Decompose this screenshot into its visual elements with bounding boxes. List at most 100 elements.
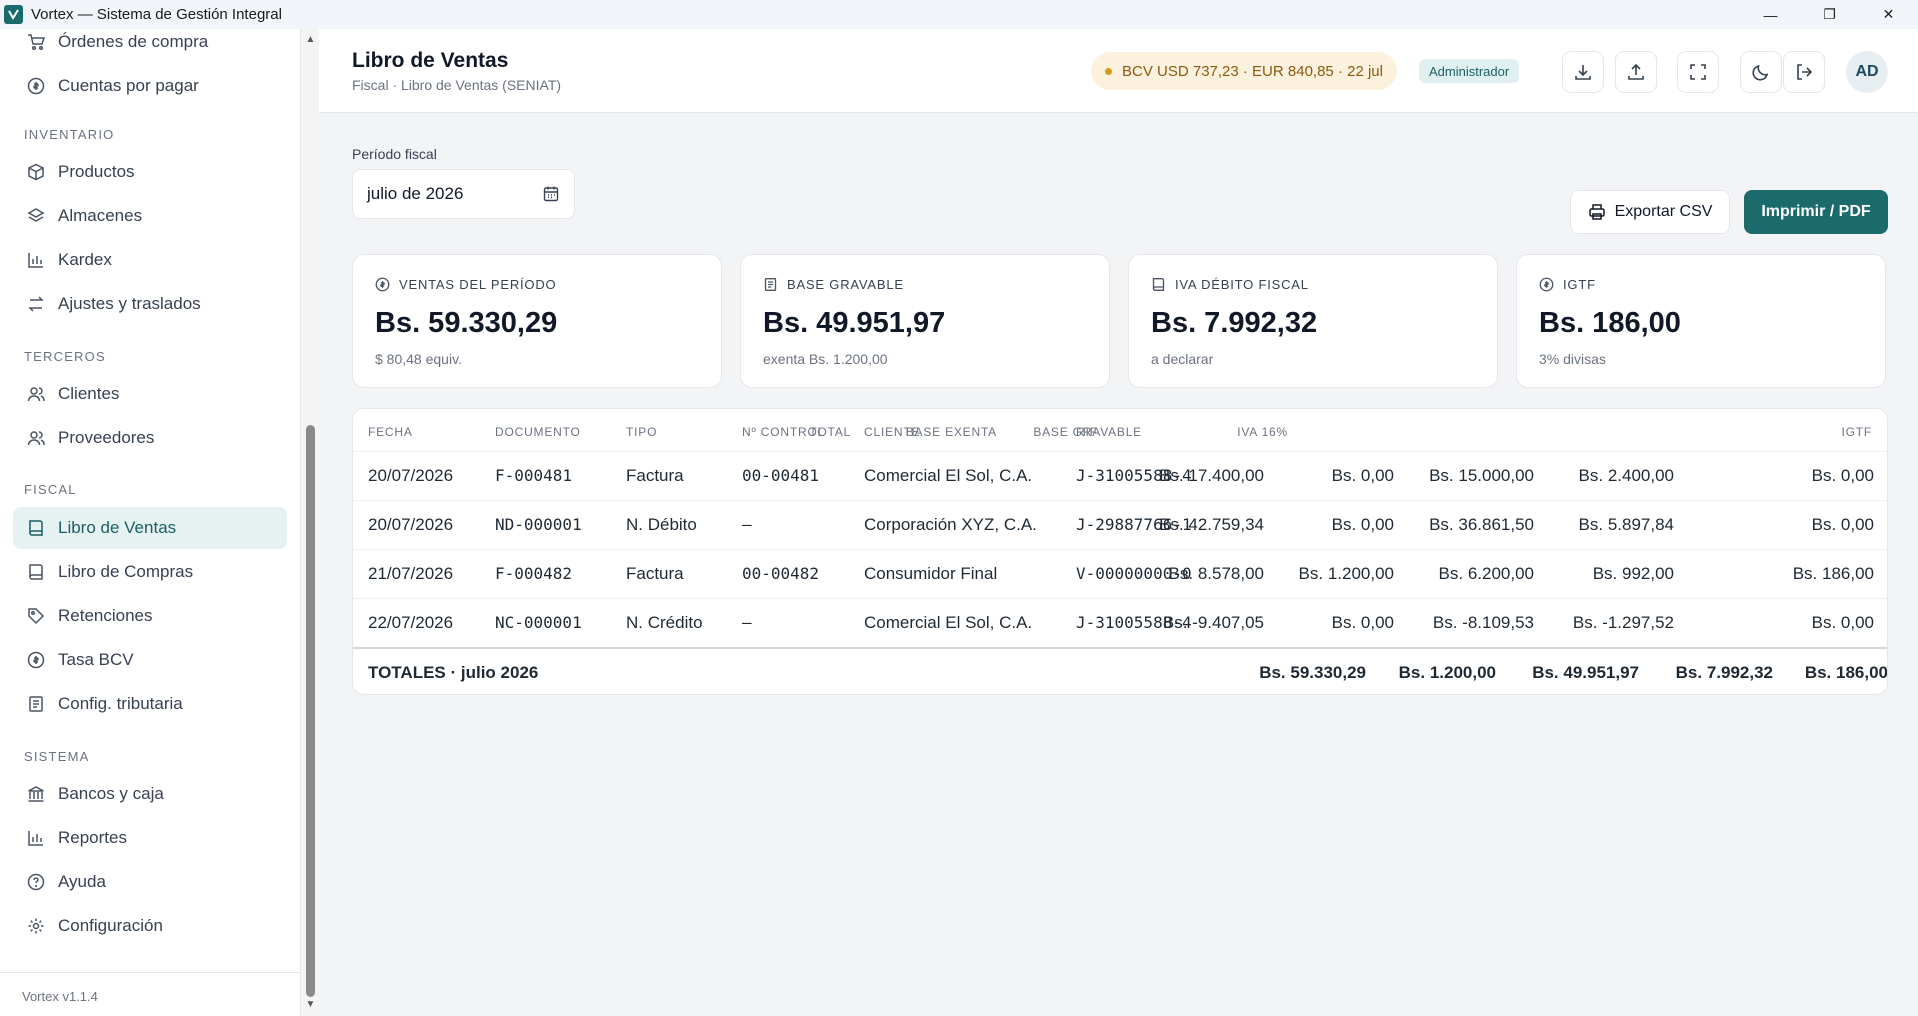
exchange-rate-text: BCV USD 737,23 · EUR 840,85 · 22 jul	[1122, 62, 1383, 80]
sidebar-item-label: Tasa BCV	[58, 650, 134, 669]
cell-documento: ND-000001	[495, 515, 582, 534]
export-csv-button[interactable]: Exportar CSV	[1570, 190, 1730, 234]
totals-total: Bs. 59.330,29	[1259, 663, 1366, 682]
sidebar-item-ordenes-compra[interactable]: Órdenes de compra	[13, 29, 287, 63]
minimize-button[interactable]: —	[1741, 0, 1800, 29]
role-badge: Administrador	[1419, 59, 1520, 83]
layers-icon	[26, 206, 46, 226]
printer-icon	[1588, 203, 1606, 221]
sidebar-item-label: Libro de Ventas	[58, 518, 177, 537]
cell-tipo: Factura	[626, 466, 684, 485]
cell-total: Bs. 8.578,00	[1168, 564, 1264, 583]
sidebar-item-label: Reportes	[58, 828, 127, 847]
cell-base-exenta: Bs. 1.200,00	[1298, 564, 1394, 583]
totals-igtf: Bs. 186,00	[1804, 663, 1888, 682]
sidebar-item-configuracion[interactable]: Configuración	[13, 905, 287, 947]
sidebar-item-libro-compras[interactable]: Libro de Compras	[13, 551, 287, 593]
tag-icon	[26, 606, 46, 626]
page-title: Libro de Ventas	[352, 49, 509, 72]
sidebar-item-ajustes[interactable]: Ajustes y traslados	[13, 283, 287, 325]
fullscreen-button[interactable]	[1677, 51, 1719, 93]
cell-control: 00-00481	[742, 466, 820, 485]
fullscreen-icon	[1688, 62, 1708, 82]
sidebar-item-tasa-bcv[interactable]: Tasa BCV	[13, 639, 287, 681]
close-button[interactable]: ✕	[1859, 0, 1918, 29]
upload-button[interactable]	[1615, 51, 1657, 93]
bar-chart-icon	[26, 828, 46, 848]
sidebar-item-clientes[interactable]: Clientes	[13, 373, 287, 415]
logout-button[interactable]	[1783, 51, 1825, 93]
sidebar-item-almacenes[interactable]: Almacenes	[13, 195, 287, 237]
dark-mode-button[interactable]	[1740, 51, 1782, 93]
cell-tipo: N. Débito	[626, 515, 697, 534]
cell-fecha: 20/07/2026	[368, 515, 454, 534]
sidebar-item-reportes[interactable]: Reportes	[13, 817, 287, 859]
avatar[interactable]: AD	[1846, 51, 1888, 93]
sidebar-item-label: Configuración	[58, 916, 163, 935]
sidebar-item-label: Órdenes de compra	[58, 32, 209, 51]
sidebar-item-cuentas-pagar[interactable]: Cuentas por pagar	[13, 65, 287, 107]
sidebar-item-libro-ventas[interactable]: Libro de Ventas	[13, 507, 287, 549]
help-icon	[26, 872, 46, 892]
restore-button[interactable]: ❐	[1800, 0, 1859, 29]
cell-cliente: Consumidor Final	[864, 564, 998, 583]
sidebar-item-proveedores[interactable]: Proveedores	[13, 417, 287, 459]
card-label: VENTAS DEL PERÍODO	[399, 277, 557, 292]
sidebar-item-label: Config. tributaria	[58, 694, 183, 713]
bank-icon	[26, 784, 46, 804]
cell-total: Bs. 42.759,34	[1159, 515, 1264, 534]
download-button[interactable]	[1562, 51, 1604, 93]
status-dot-icon	[1105, 67, 1112, 75]
table-row[interactable]: 20/07/2026 ND-000001 N. Débito — Corporación…	[353, 500, 1887, 549]
card-value: Bs. 7.992,32	[1151, 307, 1318, 339]
print-pdf-button[interactable]: Imprimir / PDF	[1744, 190, 1888, 234]
cell-igtf: Bs. 186,00	[1792, 564, 1874, 583]
totals-iva: Bs. 7.992,32	[1675, 663, 1773, 682]
cell-documento: F-000482	[495, 564, 573, 583]
box-icon	[26, 162, 46, 182]
sidebar-item-kardex[interactable]: Kardex	[13, 239, 287, 281]
section-label-fiscal: FISCAL	[24, 482, 77, 497]
scroll-up-arrow-icon[interactable]: ▲	[305, 35, 316, 45]
column-header-base-exenta: BASE EXENTA	[905, 425, 997, 439]
sidebar-item-label: Clientes	[58, 384, 120, 403]
card-value: Bs. 59.330,29	[375, 307, 558, 339]
sidebar-item-retenciones[interactable]: Retenciones	[13, 595, 287, 637]
sidebar-item-ayuda[interactable]: Ayuda	[13, 861, 287, 903]
calendar-icon[interactable]	[542, 185, 560, 203]
scroll-down-arrow-icon[interactable]: ▼	[305, 1000, 316, 1010]
app-version: Vortex v1.1.4	[22, 989, 98, 1004]
sidebar-item-label: Proveedores	[58, 428, 155, 447]
sidebar-scrollbar[interactable]: ▲ ▼	[302, 29, 319, 1016]
table-row[interactable]: 22/07/2026 NC-000001 N. Crédito — Comercial …	[353, 598, 1887, 647]
breadcrumb: Fiscal · Libro de Ventas (SENIAT)	[352, 77, 562, 93]
scrollbar-thumb[interactable]	[306, 425, 315, 997]
sidebar-item-label: Productos	[58, 162, 135, 181]
book-icon	[26, 562, 46, 582]
cell-base-exenta: Bs. 0,00	[1331, 466, 1394, 485]
sidebar-item-bancos[interactable]: Bancos y caja	[13, 773, 287, 815]
card-iva-debito: IVA DÉBITO FISCAL Bs. 7.992,32 a declara…	[1128, 254, 1498, 388]
column-header-igtf: IGTF	[1841, 425, 1872, 439]
card-subtext: $ 80,48 equiv.	[375, 351, 462, 367]
cell-iva: Bs. 5.897,84	[1578, 515, 1674, 534]
upload-icon	[1626, 62, 1646, 82]
users-icon	[26, 428, 46, 448]
sidebar-item-label: Cuentas por pagar	[58, 76, 199, 95]
sidebar-item-productos[interactable]: Productos	[13, 151, 287, 193]
cart-icon	[26, 32, 46, 52]
section-label-inventario: INVENTARIO	[24, 127, 115, 142]
cell-base-gravable: Bs. -8.109,53	[1432, 613, 1534, 632]
sidebar-item-config-tributaria[interactable]: Config. tributaria	[13, 683, 287, 725]
section-label-terceros: TERCEROS	[24, 349, 106, 364]
totals-row: TOTALES · julio 2026 Bs. 59.330,29 Bs. 1…	[353, 647, 1888, 694]
table-row[interactable]: 21/07/2026 F-000482 Factura 00-00482 Consumi…	[353, 549, 1887, 598]
cell-fecha: 20/07/2026	[368, 466, 454, 485]
period-input[interactable]: julio de 2026	[352, 169, 575, 219]
arrows-icon	[26, 294, 46, 314]
app-logo-icon	[4, 5, 23, 24]
sidebar-item-label: Retenciones	[58, 606, 153, 625]
dollar-circle-icon	[1539, 277, 1554, 292]
cell-control: —	[742, 613, 752, 632]
table-row[interactable]: 20/07/2026 F-000481 Factura 00-00481 Comerci…	[353, 451, 1887, 500]
